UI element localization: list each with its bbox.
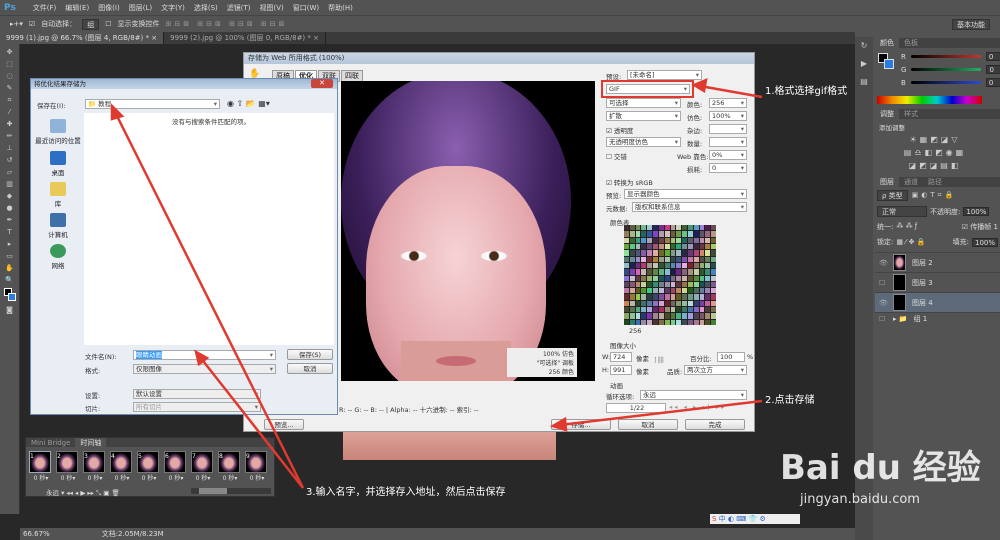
- baidu-watermark-url: jingyan.baidu.com: [800, 492, 920, 507]
- arrow-1: [699, 84, 763, 99]
- align-icons[interactable]: ⊞⊟⊠ ⊞⊟⊠ ⊞⊟⊠ ⊞⊟⊠: [165, 20, 287, 28]
- arrow-3a-head: [110, 102, 125, 121]
- options-bar: ▸+▾ ☑ 自动选择： 组 ☐ 显示变换控件 ⊞⊟⊠ ⊞⊟⊠ ⊞⊟⊠ ⊞⊟⊠ 基…: [0, 15, 1000, 32]
- arrow-3a: [113, 111, 305, 489]
- auto-select-checkbox[interactable]: ☑: [29, 20, 35, 28]
- arrow-2: [559, 399, 763, 427]
- ime-toolbar[interactable]: S 中 ◐ ⌨ 👕 ⚙: [710, 514, 800, 524]
- show-transform-checkbox[interactable]: ☐: [105, 20, 111, 28]
- annotation-3: 3.输入名字，并选择存入地址，然后点击保存: [306, 487, 506, 498]
- annotation-1: 1.格式选择gif格式: [765, 86, 848, 97]
- move-tool-icon[interactable]: ▸+▾: [10, 20, 23, 28]
- arrow-3b: [199, 356, 304, 489]
- arrow-2-head: [549, 416, 568, 432]
- auto-select-label: 自动选择：: [41, 20, 77, 28]
- annotation-2: 2.点击存储: [765, 395, 815, 406]
- baidu-watermark-logo: Bai du 经验: [780, 448, 981, 488]
- auto-select-dropdown[interactable]: 组: [82, 18, 100, 30]
- show-transform-label: 显示变换控件: [117, 20, 160, 28]
- workspace-dropdown[interactable]: 基本功能: [952, 18, 990, 30]
- arrow-1-head: [691, 77, 708, 94]
